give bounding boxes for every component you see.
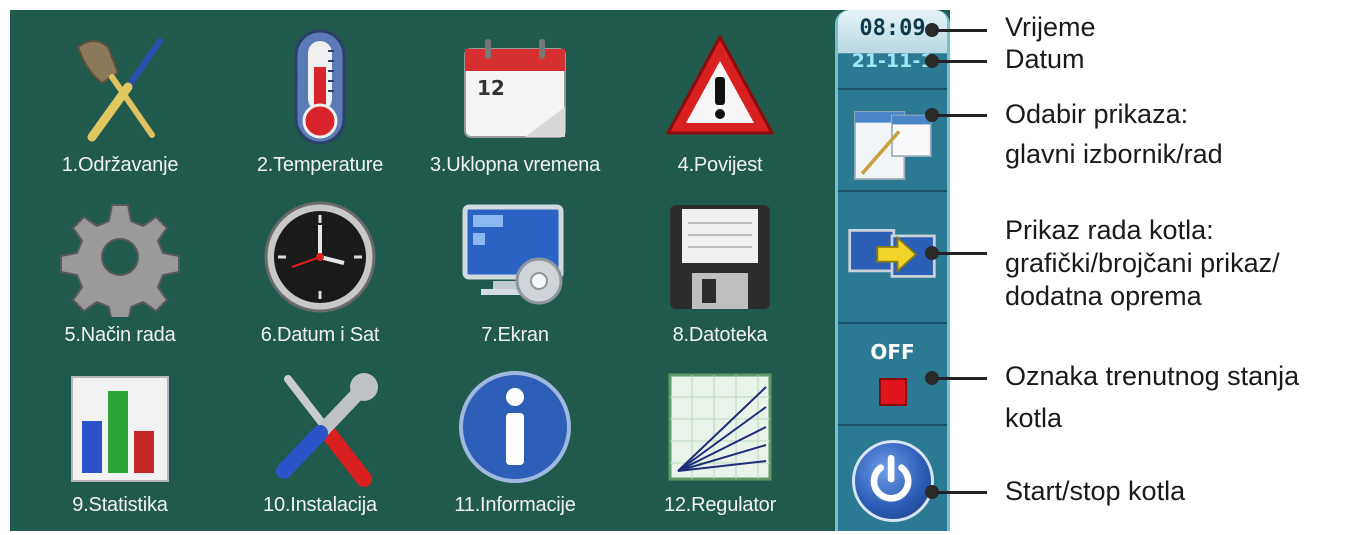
- menu-item-label: 5.Način rada: [64, 324, 176, 346]
- menu-item-label: 9.Statistika: [72, 494, 168, 516]
- menu-item-label: 7.Ekran: [481, 324, 549, 346]
- boiler-control-screen: 1.Održavanje 2.Temperature 12 3.Uklopna …: [10, 10, 950, 531]
- menu-item-label: 2.Temperature: [256, 154, 384, 176]
- state-label: OFF: [870, 340, 915, 364]
- leader-line: [935, 29, 987, 32]
- menu-item-label: 3.Uklopna vremena: [429, 154, 601, 176]
- annotation-view-line2: glavni izbornik/rad: [1005, 139, 1223, 169]
- menu-item-datum-i-sat[interactable]: 6.Datum i Sat: [230, 190, 410, 350]
- menu-item-statistika[interactable]: 9.Statistika: [30, 360, 210, 520]
- menu-item-label: 10.Instalacija: [263, 494, 377, 516]
- view-switch-icon: [854, 111, 932, 180]
- menu-item-label: 12.Regulator: [663, 494, 777, 516]
- menu-item-label: 11.Informacije: [454, 494, 576, 516]
- power-icon: [870, 454, 912, 502]
- annotation-time: Vrijeme: [1005, 12, 1096, 42]
- menu-item-regulator[interactable]: 12.Regulator: [630, 360, 810, 520]
- menu-item-label: 4.Povijest: [677, 154, 763, 176]
- svg-text:12: 12: [477, 76, 505, 100]
- menu-item-odrzavanje[interactable]: 1.Održavanje: [30, 20, 210, 180]
- warning-icon: [656, 26, 784, 148]
- main-menu-grid: 1.Održavanje 2.Temperature 12 3.Uklopna …: [10, 10, 830, 531]
- wrench-screwdriver-icon: [256, 366, 384, 488]
- gear-icon: [56, 196, 184, 318]
- monitor-settings-icon: [451, 196, 579, 318]
- floppy-disk-icon: [656, 196, 784, 318]
- annotation-state-line1: Oznaka trenutnog stanja: [1005, 361, 1300, 391]
- sidebar: 08:09 21-11-1 OFF: [835, 10, 950, 531]
- leader-line: [935, 252, 987, 255]
- menu-item-label: 8.Datoteka: [672, 324, 768, 346]
- view-select-button[interactable]: [838, 92, 947, 192]
- menu-item-instalacija[interactable]: 10.Instalacija: [230, 360, 410, 520]
- annotation-view-line1: Odabir prikaza:: [1005, 99, 1189, 129]
- menu-item-uklopna-vremena[interactable]: 12 3.Uklopna vremena: [425, 20, 605, 180]
- menu-item-datoteka[interactable]: 8.Datoteka: [630, 190, 810, 350]
- annotation-boiler-line3: dodatna oprema: [1005, 281, 1202, 311]
- leader-line: [935, 377, 987, 380]
- regulator-graph-icon: [656, 366, 784, 488]
- annotation-state-line2: kotla: [1005, 403, 1063, 433]
- broom-screwdriver-icon: [56, 26, 184, 148]
- clock-panel: 08:09 21-11-1: [838, 10, 947, 90]
- power-panel: [838, 428, 947, 531]
- calendar-icon: 12: [451, 26, 579, 148]
- start-stop-button[interactable]: [852, 440, 934, 522]
- menu-item-label: 1.Održavanje: [61, 154, 179, 176]
- menu-item-nacin-rada[interactable]: 5.Način rada: [30, 190, 210, 350]
- clock-icon: [256, 196, 384, 318]
- leader-line: [935, 114, 987, 117]
- leader-line: [935, 60, 987, 63]
- menu-item-povijest[interactable]: 4.Povijest: [630, 20, 810, 180]
- menu-item-informacije[interactable]: 11.Informacije: [425, 360, 605, 520]
- state-indicator-icon: [879, 378, 907, 406]
- annotation-boiler-line1: Prikaz rada kotla:: [1005, 215, 1214, 245]
- menu-item-ekran[interactable]: 7.Ekran: [425, 190, 605, 350]
- annotation-date: Datum: [1005, 44, 1085, 74]
- info-icon: [451, 366, 579, 488]
- annotation-boiler-line2: grafički/brojčani prikaz/: [1005, 248, 1280, 278]
- bar-chart-icon: [56, 366, 184, 488]
- menu-item-temperature[interactable]: 2.Temperature: [230, 20, 410, 180]
- leader-line: [935, 491, 987, 494]
- menu-item-label: 6.Datum i Sat: [260, 324, 380, 346]
- annotation-power: Start/stop kotla: [1005, 476, 1186, 506]
- thermometer-icon: [256, 26, 384, 148]
